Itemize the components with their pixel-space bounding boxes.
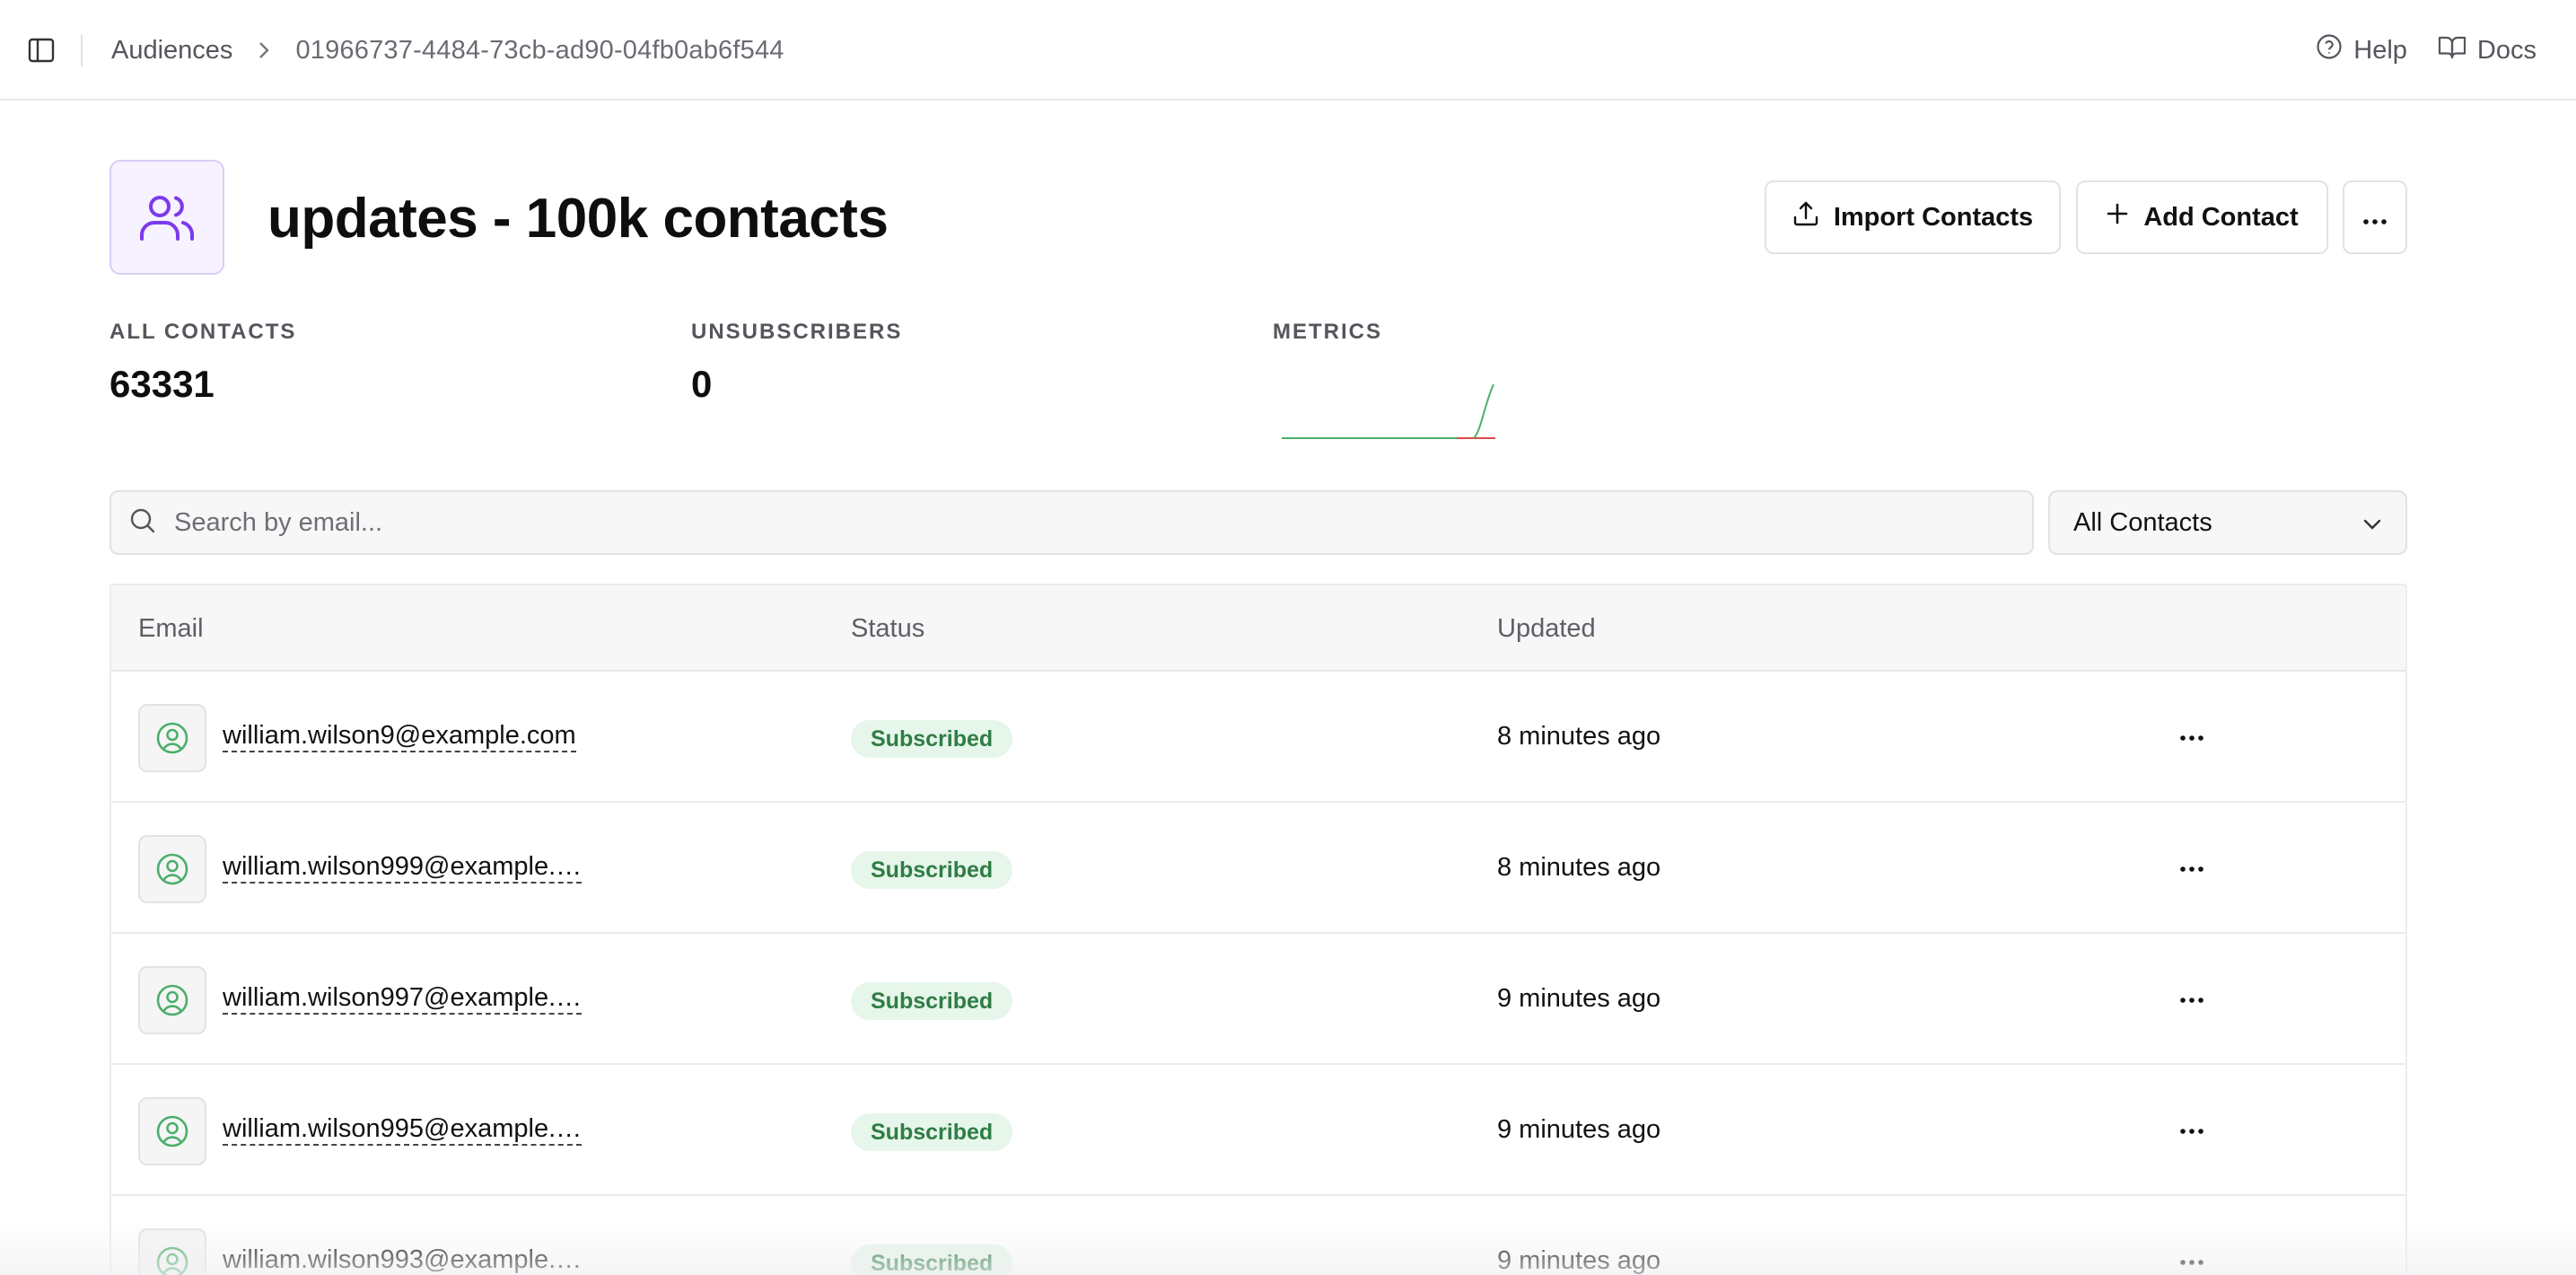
- status-badge: Subscribed: [851, 982, 1013, 1020]
- top-links: Help Docs: [2316, 0, 2537, 101]
- metrics-sparkline: [1282, 383, 1495, 439]
- import-contacts-label: Import Contacts: [1833, 202, 2034, 232]
- help-circle-icon: [2316, 33, 2343, 67]
- contacts-table: Email Status Updated william.wilson9@exa…: [110, 584, 2407, 1275]
- more-horizontal-icon: [2180, 1129, 2204, 1134]
- contacts-filter-select[interactable]: All Contacts: [2048, 490, 2407, 555]
- contact-email-link[interactable]: william.wilson9@example.com: [223, 720, 576, 752]
- filter-selected-value: All Contacts: [2073, 507, 2212, 537]
- updated-time: 9 minutes ago: [1497, 1115, 1661, 1144]
- page-title: updates - 100k contacts: [267, 188, 889, 250]
- import-contacts-button[interactable]: Import Contacts: [1765, 180, 2061, 254]
- plus-icon: [2106, 202, 2129, 233]
- contact-avatar-icon: [138, 835, 206, 903]
- sparkline-spike: [1473, 383, 1494, 439]
- contact-email-link[interactable]: william.wilson999@example.…: [223, 851, 582, 884]
- table-row[interactable]: william.wilson995@example.… Subscribed 9…: [111, 1065, 2405, 1196]
- updated-time: 9 minutes ago: [1497, 984, 1661, 1013]
- column-header-status: Status: [851, 614, 925, 643]
- row-more-options-button[interactable]: [2170, 720, 2213, 756]
- row-more-options-button[interactable]: [2170, 982, 2213, 1018]
- row-more-options-button[interactable]: [2170, 851, 2213, 887]
- contact-email-link[interactable]: william.wilson993@example.…: [223, 1244, 582, 1275]
- status-badge: Subscribed: [851, 851, 1013, 889]
- docs-link[interactable]: Docs: [2438, 34, 2537, 66]
- topbar-divider: [81, 34, 83, 66]
- table-row[interactable]: william.wilson999@example.… Subscribed 8…: [111, 803, 2405, 934]
- table-row[interactable]: william.wilson997@example.… Subscribed 9…: [111, 934, 2405, 1065]
- status-badge: Subscribed: [851, 1113, 1013, 1151]
- unsubscribers-label: UNSUBSCRIBERS: [691, 320, 903, 344]
- status-badge: Subscribed: [851, 720, 1013, 758]
- upload-icon: [1792, 200, 1819, 234]
- updated-time: 9 minutes ago: [1497, 1246, 1661, 1275]
- all-contacts-value: 63331: [110, 363, 215, 405]
- chevron-down-icon: [2362, 508, 2382, 538]
- unsubscribers-value: 0: [691, 363, 713, 405]
- docs-label: Docs: [2476, 35, 2537, 65]
- column-header-updated: Updated: [1497, 614, 1596, 643]
- more-horizontal-icon: [2362, 203, 2388, 233]
- add-contact-button[interactable]: Add Contact: [2076, 180, 2328, 254]
- more-options-button[interactable]: [2343, 180, 2407, 254]
- more-horizontal-icon: [2180, 866, 2204, 872]
- book-open-icon: [2438, 34, 2466, 66]
- breadcrumb-current: 01966737-4484-73cb-ad90-04fb0ab6f544: [295, 35, 784, 65]
- table-row[interactable]: william.wilson9@example.com Subscribed 8…: [111, 672, 2405, 803]
- add-contact-label: Add Contact: [2143, 202, 2299, 232]
- table-row[interactable]: william.wilson993@example.… Subscribed 9…: [111, 1196, 2405, 1275]
- contact-avatar-icon: [138, 704, 206, 772]
- sidebar-toggle-icon[interactable]: [27, 36, 56, 65]
- contact-avatar-icon: [138, 1097, 206, 1165]
- search-box: [110, 490, 2034, 555]
- column-header-email: Email: [138, 614, 204, 643]
- contact-avatar-icon: [138, 1228, 206, 1275]
- help-link[interactable]: Help: [2316, 33, 2407, 67]
- all-contacts-label: ALL CONTACTS: [110, 320, 297, 344]
- top-bar: Audiences 01966737-4484-73cb-ad90-04fb0a…: [0, 0, 2576, 101]
- metrics-label: METRICS: [1273, 320, 1382, 344]
- more-horizontal-icon: [2180, 998, 2204, 1003]
- more-horizontal-icon: [2180, 1260, 2204, 1265]
- search-input[interactable]: [174, 507, 1969, 538]
- updated-time: 8 minutes ago: [1497, 722, 1661, 751]
- row-more-options-button[interactable]: [2170, 1244, 2213, 1275]
- breadcrumb: Audiences 01966737-4484-73cb-ad90-04fb0a…: [111, 0, 784, 101]
- breadcrumb-audiences-link[interactable]: Audiences: [111, 36, 232, 66]
- table-header: Email Status Updated: [111, 585, 2405, 672]
- search-icon: [129, 507, 156, 539]
- row-more-options-button[interactable]: [2170, 1113, 2213, 1149]
- contact-email-link[interactable]: william.wilson997@example.…: [223, 982, 582, 1015]
- contact-email-link[interactable]: william.wilson995@example.…: [223, 1113, 582, 1146]
- chevron-right-icon: [258, 40, 270, 60]
- status-badge: Subscribed: [851, 1244, 1013, 1275]
- updated-time: 8 minutes ago: [1497, 853, 1661, 882]
- contact-avatar-icon: [138, 966, 206, 1034]
- more-horizontal-icon: [2180, 735, 2204, 741]
- help-label: Help: [2353, 35, 2407, 65]
- audience-users-icon: [110, 160, 224, 275]
